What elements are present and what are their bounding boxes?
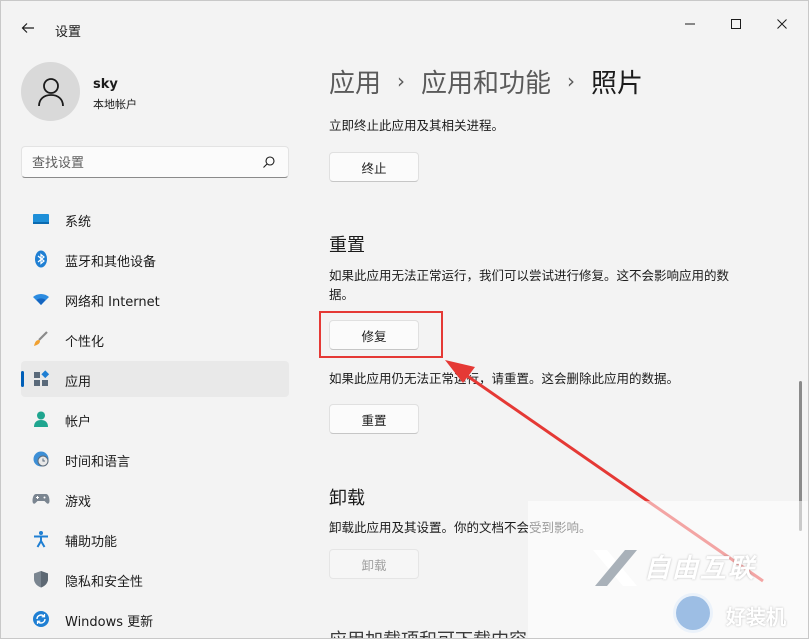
watermark-brand: 自由互联 <box>644 554 757 584</box>
watermark-brand-secondary: 好装机 <box>726 605 786 629</box>
settings-window: 设置 sky 本地帐户 系统 蓝牙和其他设备 <box>0 0 809 639</box>
watermark-logo-icon <box>593 550 637 586</box>
watermark-circle-icon <box>673 593 713 633</box>
